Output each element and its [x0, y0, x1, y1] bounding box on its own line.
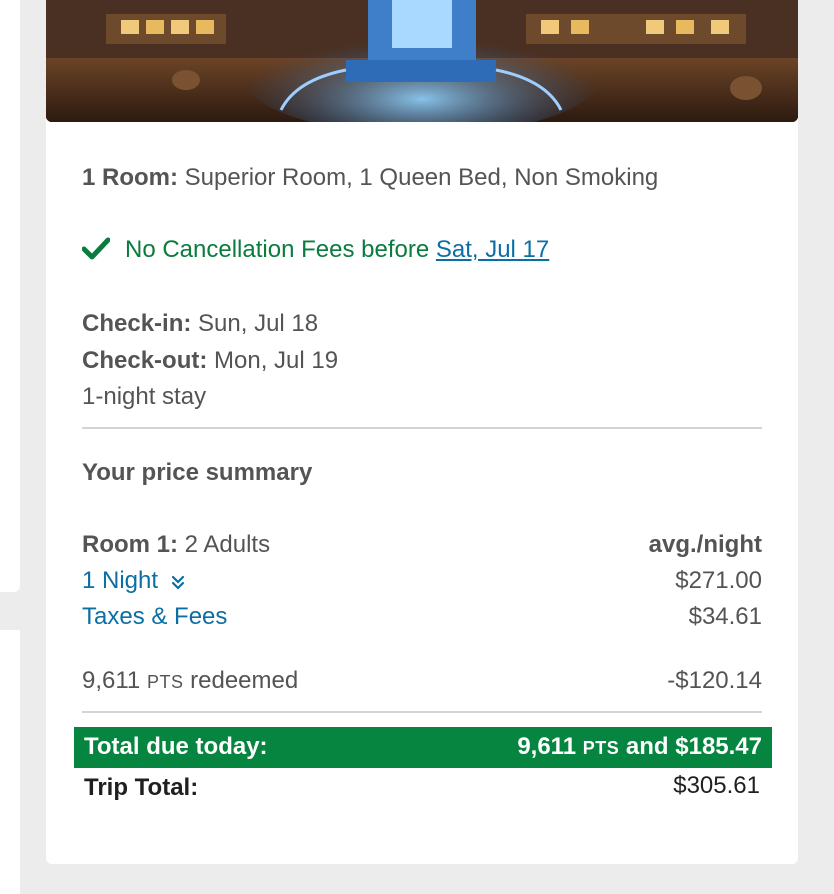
booking-summary-card: 1 Room: Superior Room, 1 Queen Bed, Non …	[46, 0, 798, 864]
stay-length: 1-night stay	[82, 383, 207, 410]
checkin-row: Check-in: Sun, Jul 18	[82, 310, 318, 338]
points-redeemed: 9,611 PTS redeemed	[82, 667, 298, 696]
checkout-label: Check-out:	[82, 347, 208, 374]
checkout-row: Check-out: Mon, Jul 19	[82, 347, 338, 375]
total-due-bar: Total due today: 9,611 PTS and $185.47	[74, 727, 772, 768]
nights-link[interactable]: 1 Night	[82, 567, 158, 594]
points-unit: PTS	[146, 672, 184, 692]
hotel-photo-image	[46, 0, 798, 122]
divider	[82, 711, 762, 713]
checkout-value: Mon, Jul 19	[214, 347, 339, 374]
chevron-double-down-icon[interactable]	[171, 574, 185, 590]
hotel-photo	[46, 0, 798, 122]
room-guests-value: 2 Adults	[184, 531, 271, 558]
trip-total-label: Trip Total:	[84, 774, 199, 801]
room-number-label: Room 1:	[82, 531, 178, 558]
taxes-price: $34.61	[688, 603, 762, 630]
trip-total-value: $305.61	[673, 772, 760, 799]
cancellation-notice: No Cancellation Fees before Sat, Jul 17	[125, 236, 549, 264]
checkin-value: Sun, Jul 18	[198, 310, 319, 337]
total-due-cash: and $185.47	[625, 733, 762, 760]
room-label: 1 Room:	[82, 164, 178, 191]
nights-price: $271.00	[675, 567, 762, 594]
room-value: Superior Room, 1 Queen Bed, Non Smoking	[184, 164, 659, 191]
price-summary-heading: Your price summary	[82, 459, 313, 486]
room-description: 1 Room: Superior Room, 1 Queen Bed, Non …	[82, 164, 658, 192]
room-guests: Room 1: 2 Adults	[82, 531, 270, 559]
cancellation-text: No Cancellation Fees before	[125, 236, 430, 263]
points-amount: 9,611	[82, 667, 141, 694]
total-due-unit: PTS	[582, 738, 620, 758]
total-due-amount: 9,611 PTS and $185.47	[517, 733, 762, 762]
cancellation-date-link[interactable]: Sat, Jul 17	[436, 236, 549, 263]
nights-toggle[interactable]: 1 Night	[82, 567, 185, 595]
points-suffix: redeemed	[190, 667, 299, 694]
left-panel-lower	[0, 630, 20, 894]
divider	[82, 427, 762, 429]
avg-night-label: avg./night	[648, 531, 762, 558]
points-discount: -$120.14	[667, 667, 762, 694]
taxes-fees-link[interactable]: Taxes & Fees	[82, 603, 227, 631]
left-panel	[0, 0, 20, 592]
total-due-points: 9,611	[517, 733, 577, 760]
check-icon	[82, 237, 110, 260]
total-due-label: Total due today:	[84, 733, 268, 760]
checkin-label: Check-in:	[82, 310, 192, 337]
